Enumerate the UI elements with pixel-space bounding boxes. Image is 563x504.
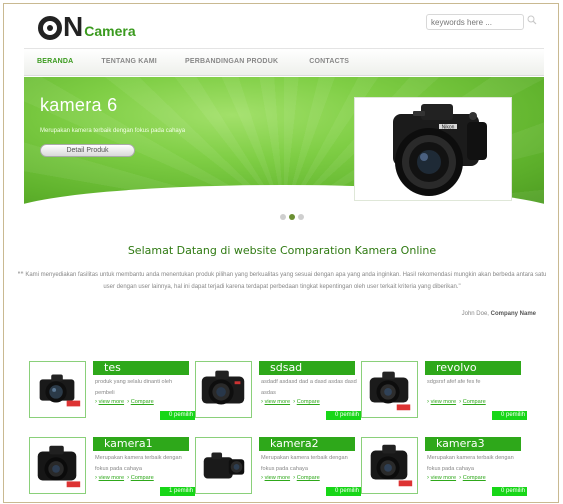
site-header: N Camera	[4, 4, 558, 44]
product-title[interactable]: revolvo	[425, 361, 521, 375]
nav-tentang-kami[interactable]: TENTANG KAMI	[101, 48, 157, 76]
nav-perbandingan-produk[interactable]: PERBANDINGAN PRODUK	[185, 48, 278, 76]
camera-icon	[196, 452, 251, 497]
product-description: sdgsrsf afef afe fes fe	[427, 379, 481, 385]
product-links: › view more › Compare	[95, 475, 154, 481]
compare-link[interactable]: Compare	[131, 475, 154, 481]
slider-dot-active[interactable]	[289, 214, 295, 220]
arrow-right-icon: ›	[293, 475, 296, 481]
camera-icon	[362, 444, 417, 497]
product-description: asdadf asdasd dad a dasd asdas dasd asda…	[261, 379, 357, 396]
main-nav: BERANDA TENTANG KAMI PERBANDINGAN PRODUK…	[24, 48, 544, 76]
view-more-link[interactable]: view more	[431, 399, 457, 405]
nav-beranda[interactable]: BERANDA	[37, 48, 73, 76]
nav-contacts[interactable]: CONTACTS	[309, 48, 349, 76]
product-title[interactable]: tes	[93, 361, 189, 375]
camera-icon	[362, 371, 417, 421]
product-thumbnail[interactable]	[361, 361, 418, 418]
compare-link[interactable]: Compare	[463, 475, 486, 481]
quote-icon: ““	[17, 272, 24, 278]
view-more-link[interactable]: view more	[265, 399, 291, 405]
pemilih-badge: 0 pemilih	[160, 411, 195, 420]
pemilih-badge: 1 pemilih	[160, 487, 195, 496]
arrow-right-icon: ›	[127, 399, 130, 405]
product-description: Merupakan kamera terbaik dengan fokus pa…	[95, 455, 182, 472]
slide-description: Merupakan kamera terbaik dengan fokus pa…	[40, 128, 186, 134]
arrow-right-icon: ›	[459, 399, 462, 405]
compare-link[interactable]: Compare	[297, 399, 320, 405]
search-input[interactable]	[426, 14, 524, 30]
product-card: kamera2 Merupakan kamera terbaik dengan f…	[195, 437, 361, 497]
product-links: › view more › Compare	[261, 475, 320, 481]
author-company: Company Name	[490, 311, 536, 317]
view-more-link[interactable]: view more	[99, 399, 125, 405]
product-links: › view more › Compare	[427, 475, 486, 481]
logo-camera-text: Camera	[84, 23, 136, 39]
hero-slider: kamera 6 Merupakan kamera terbaik dengan…	[24, 77, 544, 204]
pemilih-badge: 0 pemilih	[492, 487, 527, 496]
view-more-link[interactable]: view more	[431, 475, 457, 481]
product-title[interactable]: kamera1	[93, 437, 189, 451]
compare-link[interactable]: Compare	[463, 399, 486, 405]
product-title[interactable]: sdsad	[259, 361, 355, 375]
arrow-right-icon: ›	[261, 475, 263, 481]
product-thumbnail[interactable]	[29, 361, 86, 418]
product-card: revolvo sdgsrsf afef afe fes fe › view mor…	[361, 361, 527, 421]
product-thumbnail[interactable]	[29, 437, 86, 494]
dslr-camera-icon: Nikon	[393, 104, 487, 196]
welcome-title: Selamat Datang di website Comparation Ka…	[127, 244, 437, 257]
arrow-right-icon: ›	[427, 399, 429, 405]
product-thumbnail[interactable]	[195, 437, 252, 494]
slider-dot[interactable]	[280, 214, 286, 220]
arrow-right-icon: ›	[127, 475, 130, 481]
pemilih-badge: 0 pemilih	[326, 487, 361, 496]
compare-link[interactable]: Compare	[297, 475, 320, 481]
slider-pagination	[280, 214, 304, 220]
camera-icon	[30, 445, 85, 497]
product-card: tes produk yang selalu dinanti oleh pembe…	[29, 361, 195, 421]
product-title[interactable]: kamera3	[425, 437, 521, 451]
product-links: › view more › Compare	[261, 399, 320, 405]
arrow-right-icon: ›	[261, 399, 263, 405]
arrow-right-icon: ›	[459, 475, 462, 481]
arrow-right-icon: ›	[95, 399, 97, 405]
welcome-body: Kami menyediakan fasilitas untuk membant…	[25, 272, 547, 290]
product-thumbnail[interactable]	[195, 361, 252, 418]
product-description: produk yang selalu dinanti oleh pembeli	[95, 379, 173, 396]
product-links: › view more › Compare	[95, 399, 154, 405]
slide-title: kamera 6	[40, 95, 118, 115]
detail-produk-button[interactable]: Detail Produk	[40, 144, 135, 157]
welcome-author: John Doe, Company Name	[364, 311, 536, 317]
product-thumbnail[interactable]	[361, 437, 418, 494]
arrow-right-icon: ›	[293, 399, 296, 405]
product-card: kamera1 Merupakan kamera terbaik dengan f…	[29, 437, 195, 497]
nikon-label: Nikon	[442, 125, 455, 131]
product-card: kamera3 Merupakan kamera terbaik dengan f…	[361, 437, 527, 497]
product-links: › view more › Compare	[427, 399, 486, 405]
view-more-link[interactable]: view more	[99, 475, 125, 481]
page-frame: N Camera BERANDA TENTANG KAMI PERBANDING…	[3, 3, 559, 503]
welcome-text: ““ Kami menyediakan fasilitas untuk memb…	[16, 269, 548, 293]
slide-camera-photo[interactable]: Nikon	[354, 97, 512, 201]
product-description: Merupakan kamera terbaik dengan fokus pa…	[261, 455, 348, 472]
search-icon[interactable]	[527, 15, 537, 25]
compare-link[interactable]: Compare	[131, 399, 154, 405]
camera-icon	[196, 370, 251, 421]
logo-n-text: N	[63, 11, 84, 42]
pemilih-badge: 0 pemilih	[492, 411, 527, 420]
product-description: Merupakan kamera terbaik dengan fokus pa…	[427, 455, 514, 472]
camera-lens-icon	[38, 16, 62, 40]
slider-dot[interactable]	[298, 214, 304, 220]
site-logo[interactable]: N Camera	[38, 10, 136, 42]
product-title[interactable]: kamera2	[259, 437, 355, 451]
arrow-right-icon: ›	[427, 475, 429, 481]
camera-icon	[30, 374, 85, 421]
author-name: John Doe,	[461, 311, 489, 317]
view-more-link[interactable]: view more	[265, 475, 291, 481]
pemilih-badge: 0 pemilih	[326, 411, 361, 420]
product-card: sdsad asdadf asdasd dad a dasd asdas dasd…	[195, 361, 361, 421]
arrow-right-icon: ›	[95, 475, 97, 481]
